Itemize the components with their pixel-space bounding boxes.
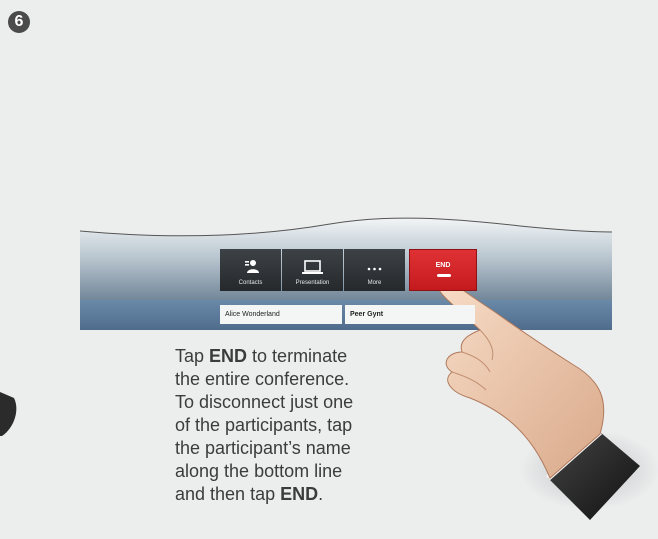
caption-line: To disconnect just one xyxy=(175,392,354,412)
presentation-button[interactable]: Presentation xyxy=(282,249,343,291)
contacts-icon xyxy=(245,260,259,273)
end-call-button[interactable]: END xyxy=(409,249,477,291)
caption-line: Tap END to terminate xyxy=(175,346,348,366)
contacts-button[interactable]: Contacts xyxy=(220,249,281,291)
presentation-label: Presentation xyxy=(295,280,330,286)
caption-line: the participant’s name xyxy=(175,438,351,458)
contacts-label: Contacts xyxy=(238,280,263,286)
end-emphasis: END xyxy=(280,484,319,504)
end-label: END xyxy=(435,262,451,269)
more-label: More xyxy=(367,280,382,286)
caption-line: and then tap END. xyxy=(175,484,324,504)
laptop-icon xyxy=(302,260,323,274)
ellipsis-icon xyxy=(367,267,382,271)
more-button[interactable]: More xyxy=(344,249,405,291)
participant-item[interactable]: Alice Wonderland xyxy=(220,305,342,324)
hang-up-icon xyxy=(437,274,451,277)
caption-line: of the participants, tap xyxy=(175,415,353,435)
instruction-caption: Tap END to terminate the entire conferen… xyxy=(175,345,410,506)
end-emphasis: END xyxy=(209,346,248,366)
caption-line: along the bottom line xyxy=(175,461,343,481)
caption-line: the entire conference. xyxy=(175,369,350,389)
participant-item[interactable]: Peer Gynt xyxy=(345,305,475,324)
